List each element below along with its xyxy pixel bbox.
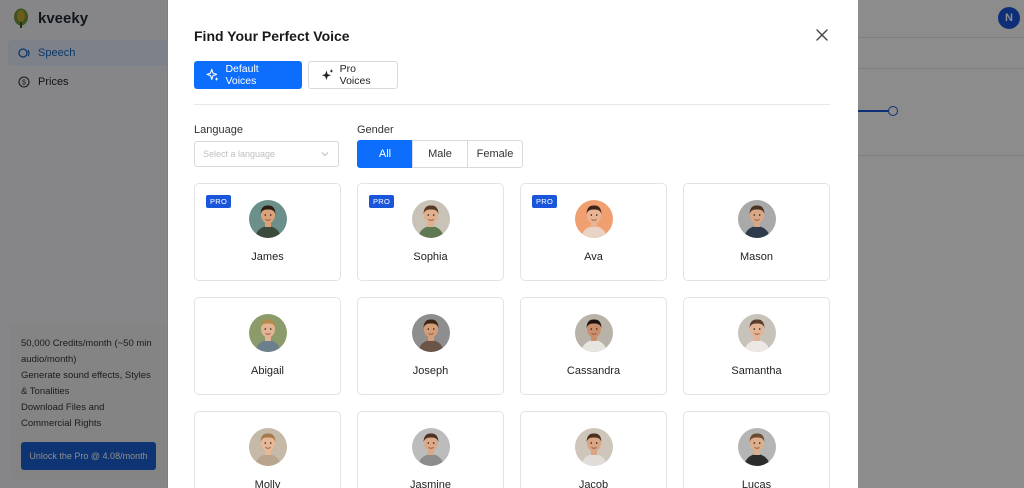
tab-default-voices[interactable]: Default Voices bbox=[194, 61, 302, 89]
close-button[interactable] bbox=[813, 26, 831, 44]
voice-name: Joseph bbox=[412, 365, 449, 377]
voice-card[interactable]: PRO Ava bbox=[520, 183, 667, 281]
voice-avatar bbox=[575, 200, 613, 238]
voice-name: Jasmine bbox=[410, 479, 451, 488]
voice-avatar bbox=[412, 428, 450, 466]
voice-tabs: Default Voices Pro Voices bbox=[194, 61, 398, 89]
voice-avatar bbox=[738, 428, 776, 466]
pro-badge: PRO bbox=[369, 195, 395, 208]
modal-divider bbox=[194, 104, 830, 105]
voice-card[interactable]: Jacob bbox=[520, 411, 667, 488]
voice-name: Ava bbox=[584, 251, 603, 263]
voice-name: Samantha bbox=[731, 365, 782, 377]
voice-card[interactable]: Joseph bbox=[357, 297, 504, 395]
voice-card[interactable]: PRO Sophia bbox=[357, 183, 504, 281]
sparkle-icon bbox=[206, 68, 219, 82]
gender-option-female[interactable]: Female bbox=[467, 140, 523, 168]
gender-option-male[interactable]: Male bbox=[412, 140, 468, 168]
voice-avatar bbox=[738, 200, 776, 238]
voice-avatar bbox=[575, 314, 613, 352]
voice-card[interactable]: Samantha bbox=[683, 297, 830, 395]
voice-card[interactable]: Jasmine bbox=[357, 411, 504, 488]
chevron-down-icon bbox=[321, 152, 329, 157]
voice-avatar bbox=[249, 428, 287, 466]
voice-card[interactable]: Mason bbox=[683, 183, 830, 281]
language-placeholder: Select a language bbox=[203, 149, 276, 159]
voice-grid: PRO James PRO Sophia PRO Ava Mason Abigail Josep… bbox=[194, 183, 831, 488]
tab-pro-voices[interactable]: Pro Voices bbox=[308, 61, 398, 89]
voice-name: Cassandra bbox=[566, 365, 621, 377]
close-icon bbox=[816, 29, 828, 41]
voice-card[interactable]: Abigail bbox=[194, 297, 341, 395]
voice-name: Lucas bbox=[741, 479, 772, 488]
gender-label: Gender bbox=[357, 124, 394, 136]
voice-name: Jacob bbox=[578, 479, 609, 488]
gender-filter: All Male Female bbox=[357, 140, 523, 168]
voice-avatar bbox=[249, 314, 287, 352]
modal-title: Find Your Perfect Voice bbox=[194, 28, 350, 44]
voice-card[interactable]: PRO James bbox=[194, 183, 341, 281]
gender-option-all[interactable]: All bbox=[357, 140, 413, 168]
voice-name: Sophia bbox=[413, 251, 448, 263]
pro-badge: PRO bbox=[206, 195, 232, 208]
voice-name: Abigail bbox=[250, 365, 285, 377]
voice-card[interactable]: Cassandra bbox=[520, 297, 667, 395]
tab-label: Default Voices bbox=[225, 63, 259, 87]
voice-avatar bbox=[575, 428, 613, 466]
voice-avatar bbox=[249, 200, 287, 238]
pro-badge: PRO bbox=[532, 195, 558, 208]
voice-avatar bbox=[412, 200, 450, 238]
language-select[interactable]: Select a language bbox=[194, 141, 339, 167]
voice-name: James bbox=[251, 251, 284, 263]
tab-label: Pro Voices bbox=[339, 63, 371, 87]
voice-name: Mason bbox=[739, 251, 774, 263]
voice-card[interactable]: Lucas bbox=[683, 411, 830, 488]
voice-picker-modal: Find Your Perfect Voice Default Voices P… bbox=[168, 0, 858, 488]
voice-avatar bbox=[738, 314, 776, 352]
sparkles-icon bbox=[321, 69, 334, 81]
voice-name: Molly bbox=[254, 479, 281, 488]
language-label: Language bbox=[194, 124, 243, 136]
voice-avatar bbox=[412, 314, 450, 352]
voice-card[interactable]: Molly bbox=[194, 411, 341, 488]
